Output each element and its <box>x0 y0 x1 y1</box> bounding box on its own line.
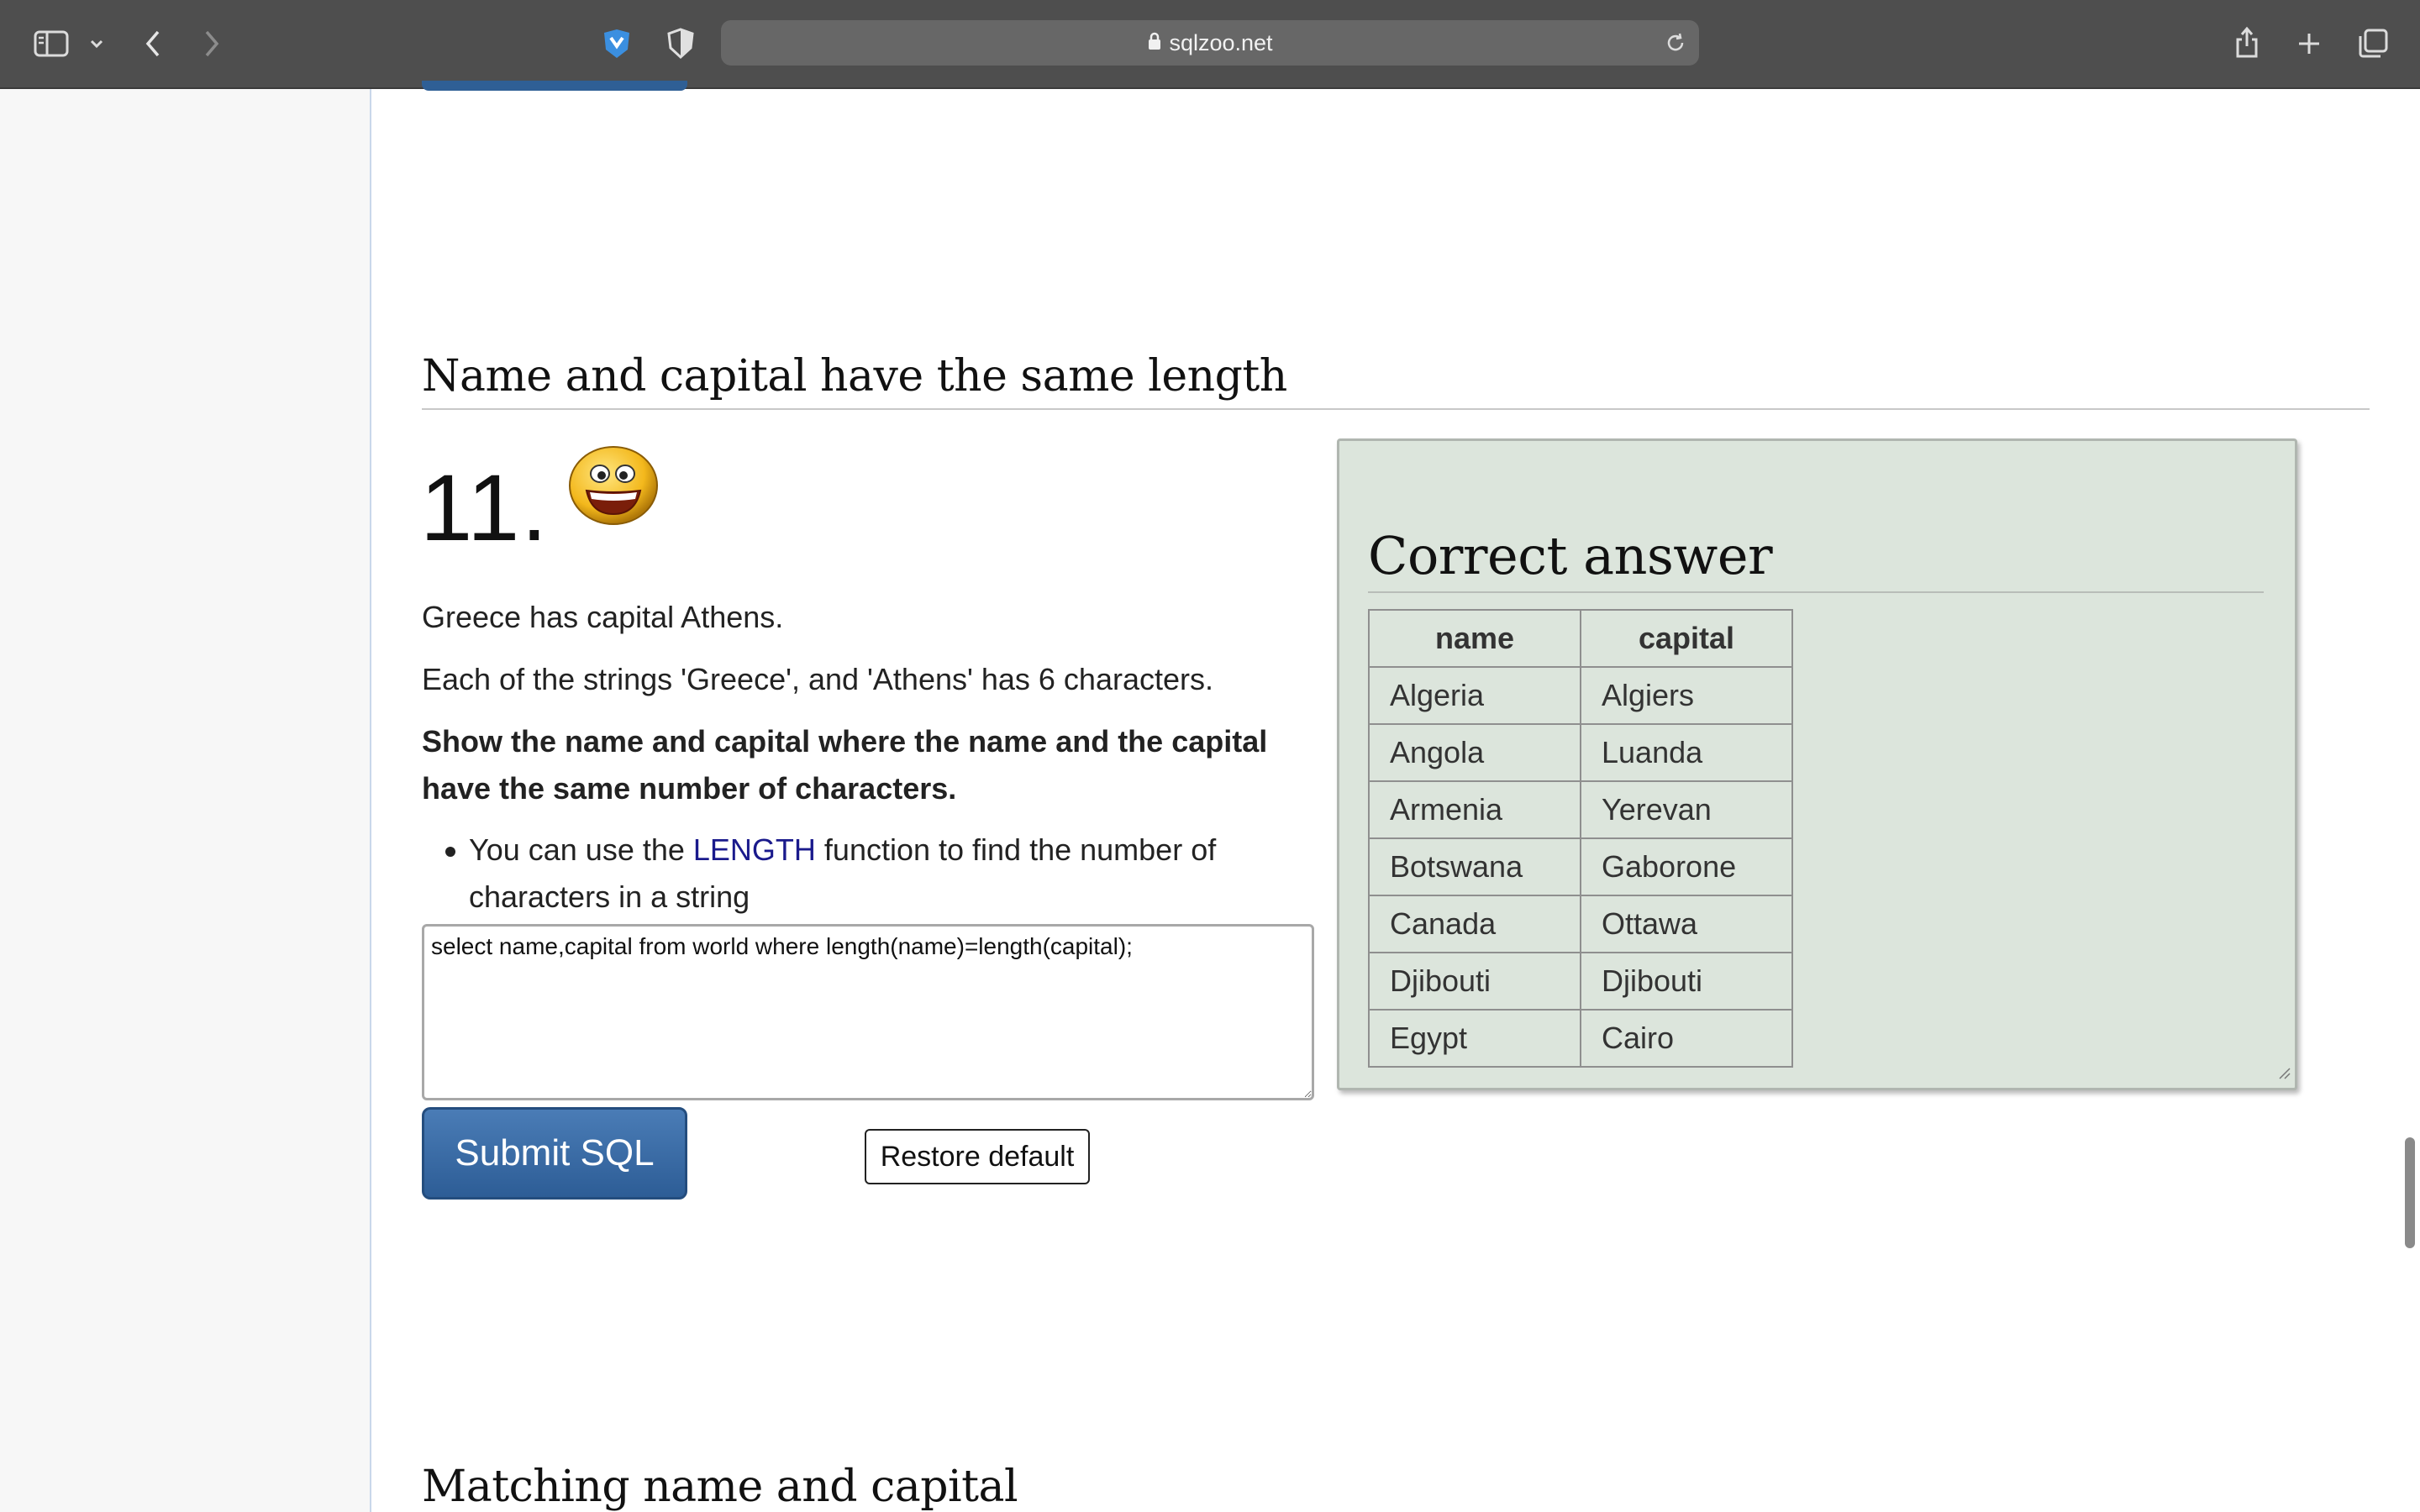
tabs-overview-icon[interactable] <box>2354 25 2391 62</box>
answer-panel[interactable]: Correct answer name capital Algeria Algie… <box>1337 438 2297 1090</box>
sql-editor[interactable]: select name,capital from world where len… <box>422 924 1314 1100</box>
plus-icon[interactable] <box>2292 27 2326 60</box>
task-line-1: Show the name and capital where the name… <box>422 724 1268 759</box>
cell-name: Botswana <box>1368 837 1581 896</box>
submit-sql-button[interactable]: Submit SQL <box>422 1107 687 1200</box>
hint-item: You can use the LENGTH function to find … <box>445 827 1286 921</box>
smiley-face-icon <box>568 444 659 530</box>
table-row: Egypt Cairo <box>1368 1009 1793 1068</box>
length-function-link[interactable]: LENGTH <box>693 832 816 867</box>
forward-icon[interactable] <box>198 25 225 62</box>
section-heading: Name and capital have the same length <box>422 351 2370 410</box>
page-scrollbar[interactable] <box>2405 1137 2415 1248</box>
cell-name: Algeria <box>1368 666 1581 725</box>
column-header-name: name <box>1368 609 1581 668</box>
sidebar-icon[interactable] <box>32 27 71 60</box>
cell-name: Angola <box>1368 723 1581 782</box>
explanation-text: Each of the strings 'Greece', and 'Athen… <box>422 662 1213 696</box>
back-icon[interactable] <box>139 25 166 62</box>
cell-capital: Gaborone <box>1580 837 1793 896</box>
resize-grip-icon[interactable] <box>2278 1067 2291 1084</box>
table-row: Algeria Algiers <box>1368 666 1793 725</box>
table-row: Armenia Yerevan <box>1368 780 1793 839</box>
hint-list: You can use the LENGTH function to find … <box>445 827 1286 921</box>
left-sidebar <box>0 89 371 1512</box>
address-bar[interactable]: sqlzoo.net <box>721 20 1699 66</box>
cell-capital: Ottawa <box>1580 895 1793 953</box>
browser-toolbar: sqlzoo.net <box>0 0 2420 89</box>
question-number: 11. <box>420 455 550 560</box>
hint-suffix-line-2: characters in a string <box>469 879 750 914</box>
cell-name: Canada <box>1368 895 1581 953</box>
cell-name: Egypt <box>1368 1009 1581 1068</box>
cell-capital: Cairo <box>1580 1009 1793 1068</box>
chevron-down-icon[interactable] <box>87 34 106 54</box>
previous-submit-button[interactable] <box>422 81 687 91</box>
table-row: Angola Luanda <box>1368 723 1793 782</box>
cell-capital: Yerevan <box>1580 780 1793 839</box>
cell-capital: Luanda <box>1580 723 1793 782</box>
column-header-capital: capital <box>1580 609 1793 668</box>
restore-default-button[interactable]: Restore default <box>865 1129 1090 1184</box>
lock-icon <box>1147 31 1162 55</box>
privacy-shield-icon[interactable] <box>662 25 699 62</box>
task-line-2: have the same number of characters. <box>422 771 957 806</box>
table-row: Botswana Gaborone <box>1368 837 1793 896</box>
cell-capital: Algiers <box>1580 666 1793 725</box>
cell-name: Armenia <box>1368 780 1581 839</box>
shield-extension-icon[interactable] <box>598 25 635 62</box>
intro-text: Greece has capital Athens. <box>422 600 784 634</box>
next-section-heading: Matching name and capital <box>422 1462 1018 1512</box>
table-header-row: name capital <box>1368 609 1793 668</box>
share-icon[interactable] <box>2230 24 2264 62</box>
cell-capital: Djibouti <box>1580 952 1793 1011</box>
hint-prefix: You can use the <box>469 832 693 867</box>
answer-title: Correct answer <box>1368 525 2264 593</box>
table-row: Djibouti Djibouti <box>1368 952 1793 1011</box>
cell-name: Djibouti <box>1368 952 1581 1011</box>
answer-table: name capital Algeria Algiers Angola Luanda… <box>1368 609 1793 1068</box>
table-row: Canada Ottawa <box>1368 895 1793 953</box>
hint-suffix: function to find the number of <box>815 832 1217 867</box>
task-text: Show the name and capital where the name… <box>422 718 1296 812</box>
url-text: sqlzoo.net <box>1169 29 1273 55</box>
reload-icon[interactable] <box>1664 31 1687 59</box>
